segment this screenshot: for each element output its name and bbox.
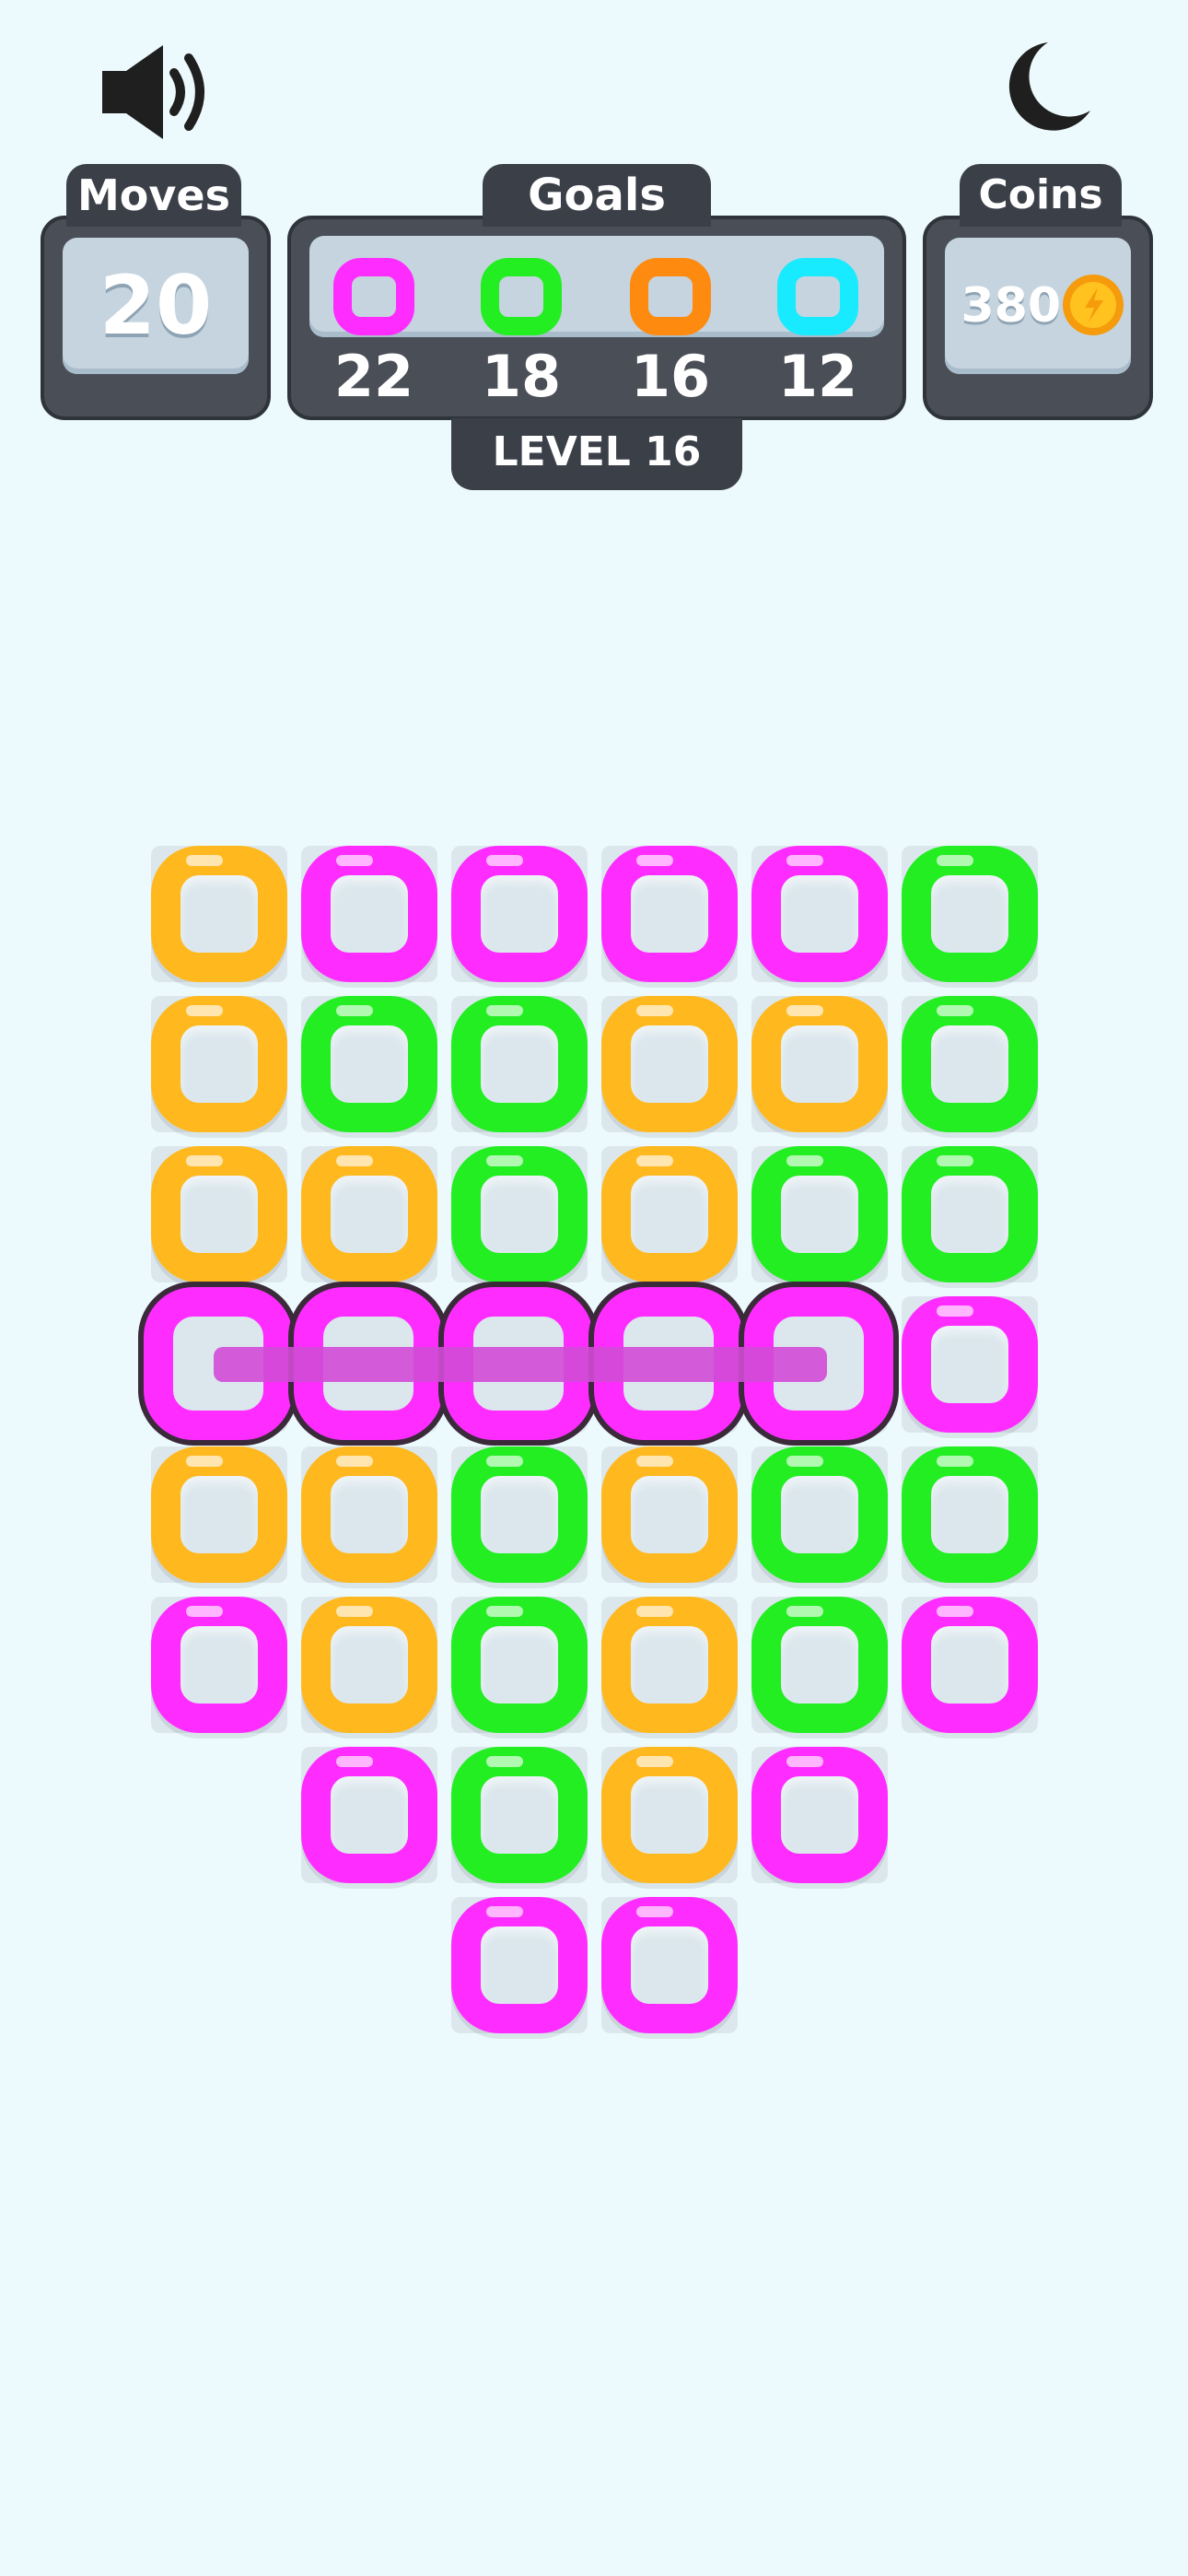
ring-tile[interactable] — [902, 1146, 1038, 1282]
ring-tile[interactable] — [902, 1446, 1038, 1583]
ring-tile[interactable] — [601, 1897, 738, 2033]
ring-tile[interactable] — [751, 996, 888, 1132]
ring-tile[interactable] — [902, 1597, 1038, 1733]
ring-tile[interactable] — [301, 1747, 437, 1883]
ring-tile[interactable] — [601, 1446, 738, 1583]
ring-tile[interactable] — [301, 1597, 437, 1733]
ring-tile[interactable] — [451, 1747, 588, 1883]
game-board — [0, 0, 1188, 2576]
ring-tile[interactable] — [601, 996, 738, 1132]
ring-tile[interactable] — [151, 1597, 287, 1733]
ring-tile[interactable] — [902, 846, 1038, 982]
ring-tile[interactable] — [451, 996, 588, 1132]
ring-tile[interactable] — [902, 1296, 1038, 1433]
ring-tile[interactable] — [451, 1146, 588, 1282]
ring-tile[interactable] — [451, 846, 588, 982]
ring-tile[interactable] — [601, 1747, 738, 1883]
ring-tile[interactable] — [601, 1597, 738, 1733]
ring-tile[interactable] — [301, 996, 437, 1132]
ring-tile[interactable] — [301, 1146, 437, 1282]
ring-tile[interactable] — [751, 1446, 888, 1583]
ring-tile[interactable] — [601, 846, 738, 982]
ring-tile[interactable] — [151, 846, 287, 982]
ring-tile[interactable] — [751, 1146, 888, 1282]
ring-tile[interactable] — [601, 1146, 738, 1282]
ring-tile[interactable] — [151, 996, 287, 1132]
ring-tile[interactable] — [902, 996, 1038, 1132]
ring-tile[interactable] — [151, 1446, 287, 1583]
ring-tile[interactable] — [301, 846, 437, 982]
ring-tile[interactable] — [451, 1597, 588, 1733]
ring-tile[interactable] — [301, 1446, 437, 1583]
ring-tile[interactable] — [751, 846, 888, 982]
ring-tile[interactable] — [751, 1597, 888, 1733]
ring-tile[interactable] — [451, 1897, 588, 2033]
ring-tile[interactable] — [451, 1446, 588, 1583]
ring-tile[interactable] — [151, 1146, 287, 1282]
ring-tile[interactable] — [751, 1747, 888, 1883]
chain-link-bar — [214, 1347, 827, 1382]
